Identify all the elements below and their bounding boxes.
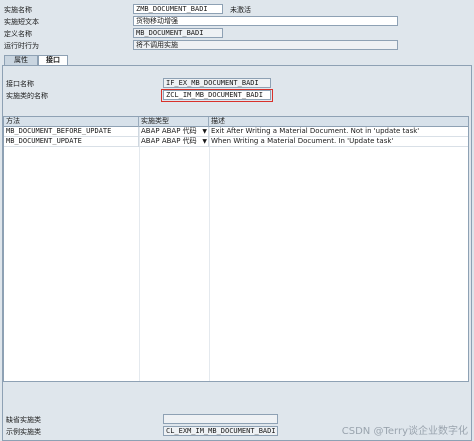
sample-class-label: 示例实施类: [6, 428, 41, 436]
interface-name-label: 接口名称: [6, 80, 34, 88]
column-header-impl-type[interactable]: 实施类型: [139, 117, 209, 127]
column-header-description[interactable]: 描述: [209, 117, 470, 127]
runtime-field: 将不调用实施: [133, 40, 398, 50]
impl-type-value: ABAP ABAP 代码: [141, 127, 197, 135]
sample-class-field: CL_EXM_IM_MB_DOCUMENT_BADI: [163, 426, 278, 436]
impl-type-cell[interactable]: ABAP ABAP 代码 ▼: [139, 137, 209, 147]
short-text-field[interactable]: 货物移动增强: [133, 16, 398, 26]
default-class-field: [163, 414, 278, 424]
def-name-label: 定义名称: [4, 30, 32, 38]
dropdown-arrow-icon[interactable]: ▼: [202, 127, 207, 136]
column-divider: [139, 127, 140, 381]
impl-status: 未激活: [230, 6, 251, 14]
table-row[interactable]: MB_DOCUMENT_BEFORE_UPDATE ABAP ABAP 代码 ▼…: [4, 127, 468, 137]
impl-type-cell[interactable]: ABAP ABAP 代码 ▼: [139, 127, 209, 137]
runtime-label: 运行时行为: [4, 42, 39, 50]
impl-class-label: 实施类的名称: [6, 92, 48, 100]
def-name-row: 定义名称 MB_DOCUMENT_BADI: [0, 28, 474, 39]
interface-name-row: 接口名称 IF_EX_MB_DOCUMENT_BADI: [0, 78, 474, 89]
short-text-label: 实施短文本: [4, 18, 39, 26]
impl-name-field[interactable]: ZMB_DOCUMENT_BADI: [133, 4, 223, 14]
interface-name-field: IF_EX_MB_DOCUMENT_BADI: [163, 78, 271, 88]
column-divider: [209, 127, 210, 381]
dropdown-arrow-icon[interactable]: ▼: [202, 137, 207, 146]
tab-interface[interactable]: 接口: [38, 55, 68, 65]
default-class-label: 缺省实施类: [6, 416, 41, 424]
impl-name-label: 实施名称: [4, 6, 32, 14]
column-header-method[interactable]: 方法: [4, 117, 139, 127]
description-cell: When Writing a Material Document. In 'Up…: [211, 137, 394, 145]
description-cell: Exit After Writing a Material Document. …: [211, 127, 420, 135]
highlight-box: [161, 89, 273, 102]
short-text-row: 实施短文本 货物移动增强: [0, 16, 474, 27]
table-header: 方法 实施类型 描述: [4, 117, 468, 127]
method-cell[interactable]: MB_DOCUMENT_UPDATE: [4, 137, 139, 147]
impl-type-value: ABAP ABAP 代码: [141, 137, 197, 145]
tab-attributes[interactable]: 属性: [4, 55, 38, 65]
def-name-field: MB_DOCUMENT_BADI: [133, 28, 223, 38]
method-cell[interactable]: MB_DOCUMENT_BEFORE_UPDATE: [4, 127, 139, 137]
table-row[interactable]: MB_DOCUMENT_UPDATE ABAP ABAP 代码 ▼ When W…: [4, 137, 468, 147]
watermark-text: CSDN @Terry谈企业数字化: [341, 426, 468, 437]
runtime-row: 运行时行为 将不调用实施: [0, 40, 474, 51]
methods-table: 方法 实施类型 描述 MB_DOCUMENT_BEFORE_UPDATE ABA…: [3, 116, 469, 382]
impl-name-row: 实施名称 ZMB_DOCUMENT_BADI 未激活: [0, 4, 474, 15]
